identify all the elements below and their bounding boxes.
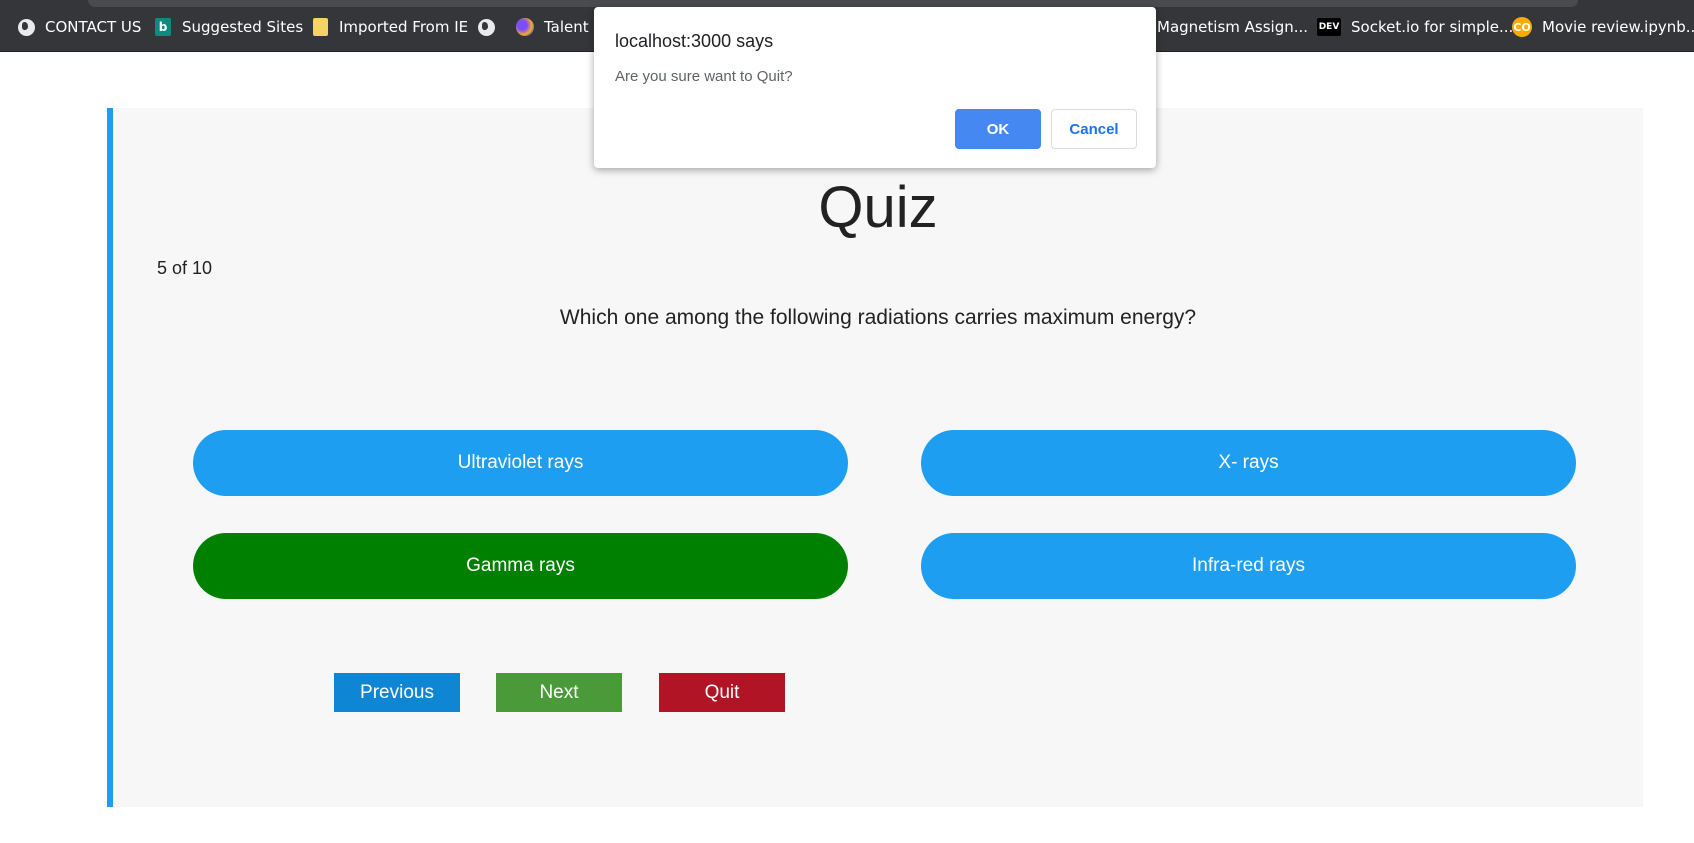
previous-button[interactable]: Previous bbox=[334, 673, 460, 712]
bookmark-socketio[interactable]: DEV Socket.io for simple... bbox=[1317, 16, 1513, 38]
quiz-card: Quiz 5 of 10 Which one among the followi… bbox=[107, 108, 1643, 807]
option-ultraviolet[interactable]: Ultraviolet rays bbox=[193, 430, 848, 496]
question-text: Which one among the following radiations… bbox=[559, 306, 1197, 329]
bookmark-globe[interactable] bbox=[477, 16, 505, 38]
omnibox-edge bbox=[88, 0, 1578, 7]
globe-icon bbox=[17, 18, 35, 36]
bookmark-label: Suggested Sites bbox=[182, 18, 304, 36]
option-gamma[interactable]: Gamma rays bbox=[193, 533, 848, 599]
bookmark-label: CONTACT US bbox=[45, 18, 142, 36]
option-x-rays[interactable]: X- rays bbox=[921, 430, 1576, 496]
quit-button[interactable]: Quit bbox=[659, 673, 785, 712]
colab-icon: CO bbox=[1512, 17, 1532, 37]
bookmark-movie-review[interactable]: CO Movie review.ipynb... bbox=[1512, 16, 1694, 38]
dev-icon: DEV bbox=[1317, 18, 1341, 36]
next-button[interactable]: Next bbox=[496, 673, 622, 712]
bookmark-label: Imported From IE bbox=[339, 18, 469, 36]
cancel-button[interactable]: Cancel bbox=[1051, 109, 1137, 149]
ok-button[interactable]: OK bbox=[955, 109, 1041, 149]
bing-icon: b bbox=[154, 18, 172, 36]
bookmark-imported-from-ie[interactable]: Imported From IE bbox=[311, 16, 468, 38]
bookmark-suggested-sites[interactable]: b Suggested Sites bbox=[154, 16, 303, 38]
bookmark-label: Socket.io for simple... bbox=[1351, 18, 1514, 36]
dialog-title: localhost:3000 says bbox=[615, 31, 774, 51]
quiz-title: Quiz bbox=[818, 175, 938, 240]
bookmark-label: Movie review.ipynb... bbox=[1542, 18, 1694, 36]
question-progress: 5 of 10 bbox=[157, 258, 213, 278]
option-infra-red[interactable]: Infra-red rays bbox=[921, 533, 1576, 599]
globe-icon bbox=[477, 18, 495, 36]
bookmark-contact-us[interactable]: CONTACT US bbox=[17, 16, 141, 38]
bookmark-magnetism[interactable]: Magnetism Assign... bbox=[1157, 16, 1308, 38]
talent-icon bbox=[516, 18, 534, 36]
confirm-dialog: localhost:3000 says Are you sure want to… bbox=[594, 7, 1156, 168]
bookmark-talent[interactable]: Talent E bbox=[516, 16, 603, 38]
bookmark-label: Magnetism Assign... bbox=[1157, 18, 1309, 36]
dialog-message: Are you sure want to Quit? bbox=[615, 68, 793, 85]
folder-icon bbox=[311, 18, 329, 36]
